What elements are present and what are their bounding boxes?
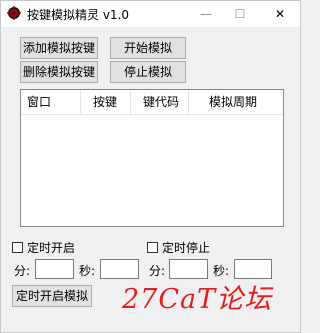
- minimize-button[interactable]: —: [189, 1, 223, 27]
- timed-stop-label: 定时停止: [162, 241, 211, 255]
- timed-start-option[interactable]: 定时开启: [12, 239, 75, 256]
- stop-minute-field[interactable]: [169, 259, 208, 279]
- close-icon: ✕: [274, 7, 286, 21]
- app-window: 按键模拟精灵 v1.0 — ☐ ✕ 添加模拟按键 开始模拟 删除模拟按键 停止模…: [0, 0, 301, 333]
- start-minute-label: 分:: [14, 264, 31, 278]
- start-second-field[interactable]: [100, 259, 139, 279]
- timed-start-button[interactable]: 定时开启模拟: [12, 285, 92, 307]
- timed-start-label: 定时开启: [27, 241, 76, 255]
- close-button[interactable]: ✕: [263, 1, 297, 27]
- timed-start-checkbox[interactable]: [12, 242, 23, 253]
- column-period[interactable]: 模拟周期: [189, 90, 283, 114]
- key-list[interactable]: 窗口 按键 键代码 模拟周期: [20, 89, 284, 227]
- column-key-code[interactable]: 键代码: [131, 90, 189, 114]
- timed-stop-checkbox[interactable]: [147, 242, 158, 253]
- delete-key-button[interactable]: 删除模拟按键: [20, 61, 98, 83]
- gear-icon: [7, 6, 21, 20]
- start-minute-field[interactable]: [35, 259, 74, 279]
- start-second-label: 秒:: [79, 264, 96, 278]
- title-bar[interactable]: 按键模拟精灵 v1.0 — ☐ ✕: [1, 1, 300, 27]
- timed-stop-option[interactable]: 定时停止: [147, 239, 210, 256]
- window-title: 按键模拟精灵 v1.0: [27, 8, 130, 22]
- minimize-icon: —: [200, 7, 212, 21]
- watermark-logo: 27CaT论坛: [122, 284, 273, 315]
- start-simulation-button[interactable]: 开始模拟: [110, 37, 186, 59]
- maximize-icon: ☐: [234, 7, 246, 21]
- maximize-button[interactable]: ☐: [223, 1, 257, 27]
- stop-simulation-button[interactable]: 停止模拟: [110, 61, 186, 83]
- add-key-button[interactable]: 添加模拟按键: [20, 37, 98, 59]
- list-header: 窗口 按键 键代码 模拟周期: [21, 90, 283, 115]
- stop-second-field[interactable]: [234, 259, 272, 279]
- column-key[interactable]: 按键: [81, 90, 131, 114]
- column-window[interactable]: 窗口: [21, 90, 81, 114]
